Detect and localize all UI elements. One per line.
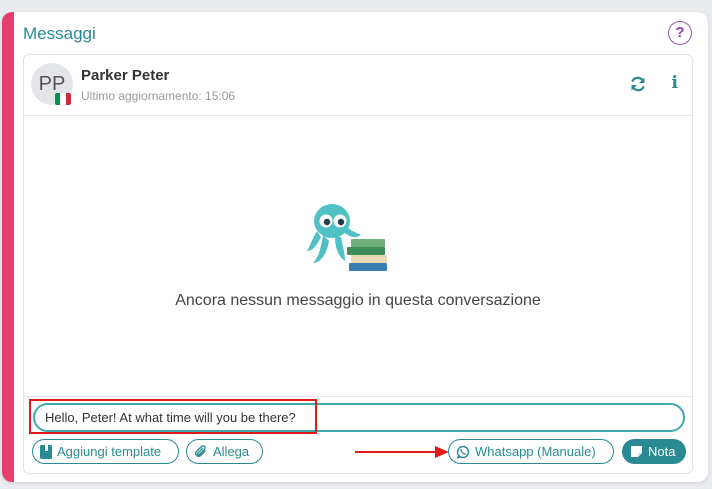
add-template-label: Aggiungi template bbox=[57, 444, 162, 459]
accent-bar bbox=[2, 12, 14, 482]
whatsapp-icon bbox=[456, 445, 470, 459]
note-icon bbox=[631, 446, 642, 457]
note-button[interactable]: Nota bbox=[622, 439, 686, 464]
message-input[interactable] bbox=[33, 403, 685, 432]
octopus-mascot bbox=[307, 204, 387, 271]
conversation-panel: PP Parker Peter Ultimo aggiornamento: 15… bbox=[23, 54, 693, 474]
info-icon[interactable]: i bbox=[672, 73, 678, 93]
section-title: Messaggi bbox=[23, 24, 96, 43]
attach-label: Allega bbox=[213, 444, 250, 459]
attach-button[interactable]: Allega bbox=[186, 439, 263, 464]
conversation-header: PP Parker Peter Ultimo aggiornamento: 15… bbox=[24, 55, 692, 116]
refresh-icon[interactable] bbox=[628, 74, 648, 94]
messages-card: Messaggi ? PP Parker Peter Ultimo aggior… bbox=[2, 12, 708, 482]
whatsapp-label: Whatsapp (Manuale) bbox=[475, 444, 596, 459]
whatsapp-manual-button[interactable]: Whatsapp (Manuale) bbox=[448, 439, 614, 464]
italy-flag-icon bbox=[55, 93, 71, 105]
paperclip-icon bbox=[195, 444, 206, 457]
book-icon bbox=[40, 444, 52, 459]
contact-name: Parker Peter bbox=[81, 67, 170, 84]
add-template-button[interactable]: Aggiungi template bbox=[32, 439, 179, 464]
help-button[interactable]: ? bbox=[668, 21, 692, 45]
empty-conversation-text: Ancora nessun messaggio in questa conver… bbox=[175, 292, 541, 309]
composer-divider bbox=[24, 396, 692, 397]
annotation-arrow bbox=[355, 446, 449, 458]
note-label: Nota bbox=[648, 444, 676, 459]
last-update: Ultimo aggiornamento: 15:06 bbox=[81, 89, 236, 103]
